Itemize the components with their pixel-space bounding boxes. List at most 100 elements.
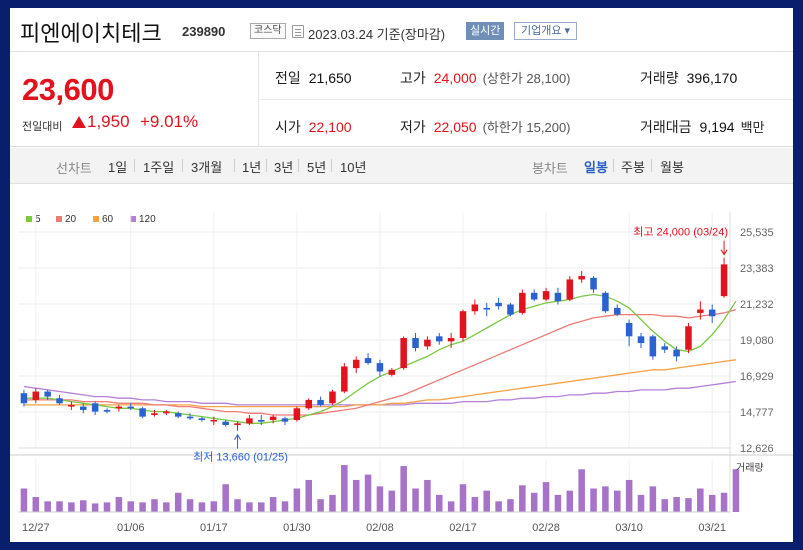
company-overview-dropdown[interactable]: 기업개요 ▾ <box>514 22 578 40</box>
candle-body <box>578 276 585 280</box>
open-cell: 시가 22,100 <box>275 117 352 137</box>
price-change-percent: +9.01% <box>140 112 199 131</box>
candle-body <box>364 358 372 364</box>
candle-weekly[interactable]: 주봉 <box>621 157 645 176</box>
candle-body <box>447 338 455 342</box>
candle-body <box>32 391 40 400</box>
volume-bar <box>471 497 479 512</box>
prev-close-cell: 전일 21,650 <box>275 68 352 88</box>
volume-bar <box>661 499 668 512</box>
candle-body <box>720 264 728 297</box>
x-tick-label: 03/10 <box>615 522 643 534</box>
stock-name[interactable]: 피엔에이치테크 <box>20 16 162 48</box>
line-chart-label: 선차트 <box>56 161 92 176</box>
volume-bar <box>281 501 289 512</box>
period-1w[interactable]: 1주일 <box>143 157 174 176</box>
candle-body <box>708 309 716 317</box>
candle-body <box>163 411 170 414</box>
candle-body <box>151 413 158 415</box>
candle-body <box>673 349 680 357</box>
candle-body <box>210 419 218 422</box>
period-3y[interactable]: 3년 <box>274 157 293 176</box>
calendar-icon <box>292 25 304 38</box>
volume-bar <box>388 490 396 512</box>
candle-body <box>198 418 206 420</box>
volume-bar <box>566 490 574 512</box>
volume-bar <box>578 469 585 512</box>
volume-bar <box>459 484 467 512</box>
volume-bar <box>685 498 692 512</box>
volume-bar <box>542 482 550 512</box>
divider <box>651 159 652 172</box>
candle-body <box>269 416 277 420</box>
volume-bar <box>708 494 716 512</box>
candle-body <box>246 418 253 424</box>
candle-body <box>222 421 229 426</box>
volume-bar <box>412 488 419 512</box>
candle-monthly[interactable]: 월봉 <box>660 157 684 176</box>
candle-body <box>554 292 562 302</box>
lower-limit: (하한가 15,200) <box>482 120 571 135</box>
legend-swatch-ma20 <box>56 216 62 222</box>
market-badge: 코스닥 <box>250 23 286 39</box>
high-label: 고가 <box>400 70 426 86</box>
candle-body <box>305 399 312 409</box>
period-1y[interactable]: 1년 <box>242 157 261 176</box>
amount-cell: 거래대금 9,194 백만 <box>640 117 765 137</box>
y-tick-label: 25,535 <box>740 227 774 239</box>
candle-body <box>542 291 550 300</box>
volume-bar <box>163 502 170 512</box>
x-tick-label: 01/17 <box>200 522 228 534</box>
candle-body <box>495 302 502 307</box>
period-1d[interactable]: 1일 <box>108 157 127 176</box>
candle-body <box>127 406 134 409</box>
candle-daily[interactable]: 일봉 <box>584 157 608 176</box>
low-label: 저가 <box>400 119 426 135</box>
volume-bar <box>376 486 384 512</box>
volume-bar <box>210 501 218 512</box>
candle-body <box>56 398 63 404</box>
volume-bar <box>151 499 158 512</box>
volume-bar <box>341 465 348 512</box>
amount-label: 거래대금 <box>640 119 692 135</box>
volume-bar <box>115 497 123 512</box>
volume-bar <box>174 492 182 512</box>
x-tick-label: 02/17 <box>449 522 477 534</box>
candle-body <box>507 304 514 315</box>
volume-bar <box>483 490 490 512</box>
candlestick-chart[interactable]: 5 20 60 12025,53523,38321,23219,08016,92914… <box>10 188 793 542</box>
volume-bar <box>56 501 63 512</box>
candle-body <box>625 322 633 337</box>
prev-close-label: 전일 <box>275 70 301 86</box>
x-tick-label: 02/28 <box>532 522 560 534</box>
x-tick-label: 12/27 <box>22 522 50 534</box>
change-label: 전일대비 <box>22 121 63 133</box>
period-3m[interactable]: 3개월 <box>191 157 222 176</box>
low-value: 22,050 <box>433 119 477 135</box>
candle-body <box>258 419 265 422</box>
volume-cell: 거래량 396,170 <box>640 68 737 88</box>
y-tick-label: 16,929 <box>740 371 774 383</box>
stock-code: 239890 <box>182 24 226 39</box>
volume-bar <box>234 499 241 512</box>
candle-body <box>424 339 431 347</box>
period-10y[interactable]: 10년 <box>340 157 366 176</box>
candle-body <box>471 304 479 312</box>
divider <box>331 159 332 172</box>
volume-bar <box>720 492 728 512</box>
volume-bar <box>590 488 597 512</box>
candle-body <box>602 292 609 312</box>
volume-bar <box>637 494 645 512</box>
volume-bar <box>554 494 562 512</box>
candle-chart-label: 봉차트 <box>532 161 568 176</box>
volume-bar <box>222 484 229 512</box>
candle-body <box>436 336 443 342</box>
volume-bar <box>20 488 28 512</box>
high-annotation: 최고 24,000 (03/24) <box>633 226 728 239</box>
y-tick-label: 14,777 <box>740 407 774 419</box>
price-change-value: 1,950 <box>87 112 130 131</box>
volume-bar <box>436 494 443 512</box>
realtime-button[interactable]: 실시간 <box>466 22 505 40</box>
period-5y[interactable]: 5년 <box>307 157 326 176</box>
volume-bar <box>329 494 336 512</box>
